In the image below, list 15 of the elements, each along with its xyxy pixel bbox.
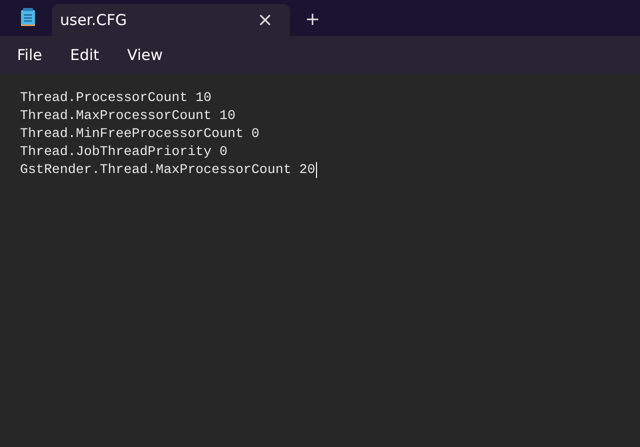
text-line: Thread.MaxProcessorCount 10: [20, 107, 236, 125]
close-button[interactable]: ×: [253, 10, 277, 30]
tab-title: user.CFG: [60, 11, 128, 29]
menu-item[interactable]: File: [7, 42, 52, 68]
text-editor[interactable]: Thread.ProcessorCount 10 Thread.MaxProcessorCount 10 Thread.MinFreeProcessorCount 0 Thread.JobThreadPriority 0 GstRender.Thread.MaxProcessorCount 20: [0, 74, 640, 447]
tab[interactable]: user.CFG ×: [52, 4, 290, 36]
text-cursor: [316, 162, 318, 178]
text-line: Thread.JobThreadPriority 0: [20, 143, 228, 161]
notepad-icon: [21, 8, 35, 26]
text-line: Thread.ProcessorCount 10: [20, 89, 212, 107]
menu-item[interactable]: View: [117, 42, 173, 68]
menu-item[interactable]: Edit: [60, 42, 110, 68]
text-line: GstRender.Thread.MaxProcessorCount 20: [20, 161, 316, 179]
text-line: Thread.MinFreeProcessorCount 0: [20, 125, 260, 143]
new-tab-button[interactable]: +: [301, 11, 324, 29]
